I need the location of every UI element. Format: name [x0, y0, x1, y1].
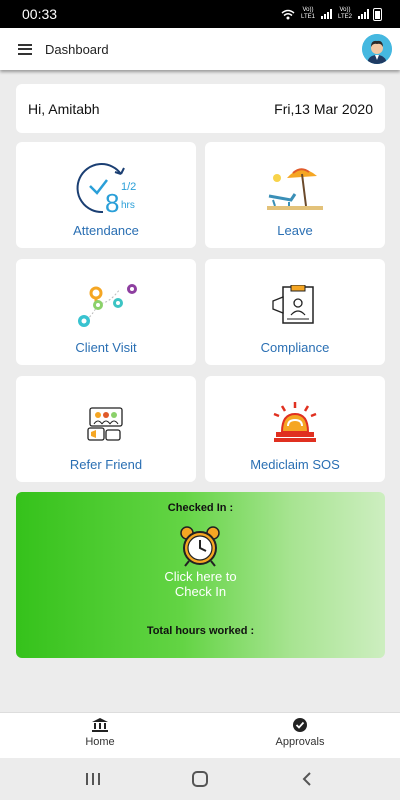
- tile-label: Refer Friend: [69, 457, 143, 472]
- alarm-siren-icon: [273, 402, 317, 442]
- attendance-icon-hours: 8: [105, 188, 119, 218]
- hamburger-menu-icon[interactable]: [18, 43, 32, 55]
- nav-home-label: Home: [85, 736, 115, 748]
- page-title: Dashboard: [45, 41, 109, 57]
- status-time: 00:33: [22, 6, 58, 22]
- battery-icon: [373, 7, 382, 21]
- location-pins-icon: [78, 284, 137, 327]
- user-avatar-icon: [362, 34, 392, 64]
- back-chevron-icon: [302, 772, 311, 786]
- nav-home[interactable]: Home: [0, 713, 200, 758]
- tile-attendance[interactable]: 8 1/2 hrs Attendance: [16, 142, 196, 248]
- tile-label: Leave: [277, 223, 313, 238]
- home-button[interactable]: [185, 764, 215, 794]
- attendance-icon-unit: hrs: [121, 200, 135, 211]
- tile-compliance[interactable]: Compliance: [205, 259, 385, 365]
- checked-in-label: Checked In :: [167, 502, 234, 514]
- check-circle-icon: [293, 718, 307, 732]
- alarm-clock-icon: [180, 526, 220, 567]
- home-rounded-square-icon: [191, 771, 208, 787]
- recents-button[interactable]: [78, 764, 108, 794]
- tile-leave[interactable]: Leave: [205, 142, 385, 248]
- status-icons: Vo)) LTE1 Vo)) LTE2: [281, 7, 382, 21]
- tile-mediclaim-sos[interactable]: Mediclaim SOS: [205, 376, 385, 482]
- avatar[interactable]: [362, 34, 392, 64]
- signal-1-icon: [321, 9, 332, 19]
- tile-label: Compliance: [260, 340, 330, 355]
- tile-label: Mediclaim SOS: [250, 457, 340, 472]
- clock-half-hours-icon: 8 1/2 hrs: [76, 163, 136, 218]
- bank-home-icon: [92, 718, 108, 732]
- tile-refer-friend[interactable]: Refer Friend: [16, 376, 196, 482]
- check-in-cta-line1: Click here to: [164, 569, 237, 584]
- greeting-card: Hi, Amitabh Fri,13 Mar 2020: [16, 84, 385, 133]
- check-in-button[interactable]: Click here to Check In: [16, 569, 385, 599]
- sim2-label: Vo)) LTE2: [338, 7, 352, 20]
- total-hours-label: Total hours worked :: [146, 625, 255, 637]
- app-bar: Dashboard: [0, 28, 400, 70]
- status-bar: 00:33 Vo)) LTE1 Vo)) LTE2: [0, 0, 400, 28]
- tile-label: Client Visit: [75, 340, 137, 355]
- document-badge-icon: [272, 285, 314, 324]
- check-in-card[interactable]: Checked In : Click here to Check In Tota…: [16, 492, 385, 658]
- beach-umbrella-icon: [267, 168, 323, 210]
- nav-approvals-label: Approvals: [275, 736, 325, 748]
- greeting-text: Hi, Amitabh: [28, 100, 100, 117]
- wifi-icon: [281, 9, 295, 19]
- recents-icon: [86, 773, 101, 785]
- bottom-nav: Home Approvals: [0, 712, 400, 758]
- tile-client-visit[interactable]: Client Visit: [16, 259, 196, 365]
- check-in-cta-line2: Check In: [174, 584, 227, 599]
- tile-label: Attendance: [73, 223, 139, 238]
- people-megaphone-icon: [87, 407, 123, 441]
- system-nav-bar: [0, 758, 400, 800]
- attendance-icon-fraction: 1/2: [121, 181, 136, 193]
- nav-approvals[interactable]: Approvals: [200, 713, 400, 758]
- signal-2-icon: [358, 9, 369, 19]
- back-button[interactable]: [292, 764, 322, 794]
- sim1-label: Vo)) LTE1: [301, 7, 315, 20]
- current-date: Fri,13 Mar 2020: [274, 100, 373, 117]
